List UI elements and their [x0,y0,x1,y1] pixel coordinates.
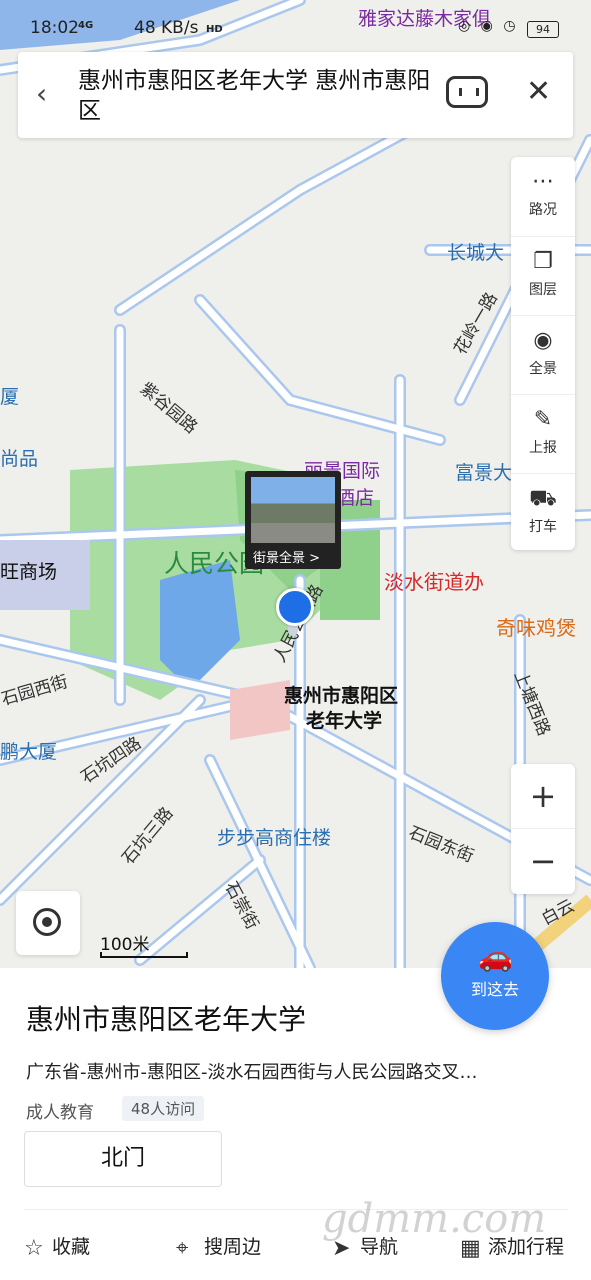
search-bar[interactable]: ‹ 惠州市惠阳区老年大学 惠州市惠阳区 ✕ [18,52,573,138]
streetview-thumbnail[interactable]: 街景全景 > [245,471,341,569]
car-icon: 🚗 [478,940,513,973]
streetview-image [251,477,335,543]
gate-button[interactable]: 北门 [24,1131,222,1187]
poi-label[interactable]: 酒店 [336,483,374,510]
poi-label[interactable]: 步步高商住楼 [217,823,331,850]
traffic-icon: ⋯ [532,169,554,194]
close-icon[interactable]: ✕ [526,74,551,109]
zoom-controls: + − [511,764,575,894]
action-label: 收藏 [52,1236,91,1258]
network-indicator: 4G [78,20,94,31]
status-icons: ◎ ◉ ◷ [458,18,519,34]
locate-button[interactable] [16,891,80,955]
place-category: 成人教育 [26,1103,94,1123]
zoom-in-button[interactable]: + [511,764,575,829]
tool-layers[interactable]: ❐ 图层 [511,236,575,315]
tool-label: 路况 [529,202,557,218]
search-query[interactable]: 惠州市惠阳区老年大学 惠州市惠阳区 [78,66,438,126]
poi-label[interactable]: 奇味鸡煲 [496,612,576,641]
tool-report[interactable]: ✎ 上报 [511,394,575,473]
network-speed: 48 KB/s [134,18,199,38]
target-label: 老年大学 [306,710,383,732]
tool-label: 上报 [529,440,557,456]
action-label: 搜周边 [204,1236,262,1258]
vr-toggle-icon[interactable] [446,76,488,108]
back-icon[interactable]: ‹ [36,80,47,108]
poi-label[interactable]: 厦 [0,382,19,409]
target-label: 惠州市惠阳区 [284,685,399,707]
hd-indicator: HD [206,24,223,35]
tool-panorama[interactable]: ◉ 全景 [511,315,575,394]
poi-label[interactable]: 旺商场 [0,557,57,584]
crosshair-icon [33,908,61,936]
map-scale: 100米 [100,930,188,958]
poi-label[interactable]: 淡水街道办 [384,566,484,595]
poi-label[interactable]: 富景大 [455,458,512,485]
panorama-icon: ◉ [533,328,553,353]
location-pin-icon[interactable] [276,588,314,626]
place-address[interactable]: 广东省-惠州市-惠阳区-淡水石园西街与人民公园路交叉… [26,1058,477,1084]
map-tools: ⋯ 路况 ❐ 图层 ◉ 全景 ✎ 上报 ⛟ 打车 [511,157,575,550]
watermark: gdmm.com [322,1196,547,1242]
favorite-button[interactable]: ☆ 收藏 [24,1232,90,1261]
go-here-button[interactable]: 🚗 到这去 [441,922,549,1030]
tool-label: 全景 [529,361,557,377]
visit-count-badge: 48人访问 [122,1096,205,1121]
tool-label: 打车 [529,519,557,535]
poi-label[interactable]: 尚品 [0,444,38,471]
go-label: 到这去 [470,980,519,999]
streetview-label: 街景全景 > [253,551,321,566]
map-canvas[interactable]: 雅家达藤木家俱 长城大 丽景国际 酒店 富景大 淡水街道办 奇味鸡煲 人民公园 … [0,0,591,968]
scale-bar [100,952,188,958]
status-bar: 18:02 4G 48 KB/s HD ◎ ◉ ◷ 94 [0,0,591,52]
nearby-icon: ⌖ [176,1236,189,1261]
status-time: 18:02 [30,18,79,38]
taxi-icon: ⛟ [529,486,557,511]
report-icon: ✎ [533,407,553,432]
poi-label[interactable]: 长城大 [447,238,504,265]
place-title: 惠州市惠阳区老年大学 [26,1003,307,1036]
tool-label: 图层 [529,282,557,298]
battery-indicator: 94 [527,21,559,38]
nearby-button[interactable]: ⌖ 搜周边 [176,1232,261,1261]
zoom-out-button[interactable]: − [511,829,575,893]
tool-traffic[interactable]: ⋯ 路况 [511,157,575,235]
star-icon: ☆ [24,1236,44,1261]
tool-taxi[interactable]: ⛟ 打车 [511,473,575,552]
layers-icon: ❐ [533,249,553,274]
poi-label[interactable]: 鹏大厦 [0,737,57,764]
